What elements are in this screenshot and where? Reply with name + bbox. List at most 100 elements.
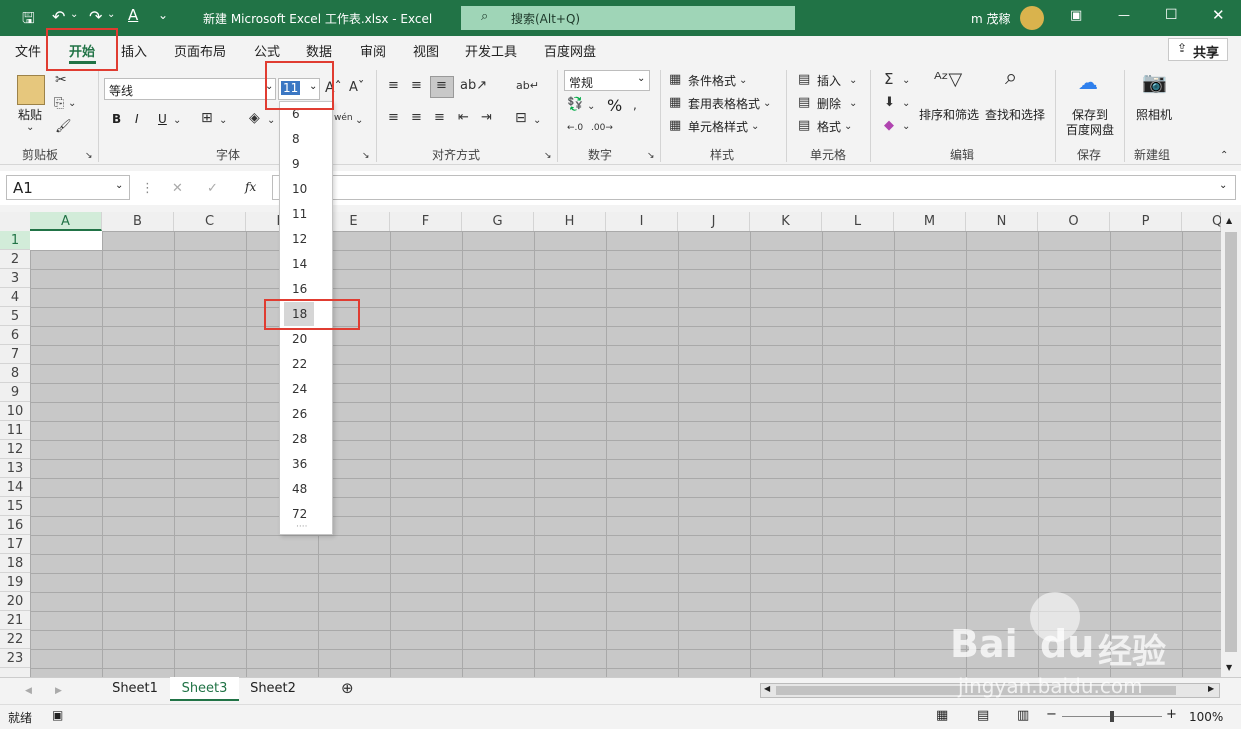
row-header[interactable]: 13	[0, 459, 30, 478]
minimize-icon[interactable]: —	[1118, 8, 1130, 22]
close-icon[interactable]: ✕	[1212, 6, 1225, 24]
conditional-format-icon[interactable]: ▦	[669, 72, 681, 88]
add-sheet-icon[interactable]: ⊕	[341, 680, 354, 696]
insert-cells-button[interactable]: 插入	[817, 72, 841, 89]
tab-data[interactable]: 数据	[306, 41, 332, 60]
autosum-icon[interactable]: Σ	[884, 71, 893, 87]
number-format-dropdown-icon[interactable]: ⌄	[637, 73, 645, 84]
row-header[interactable]: 23	[0, 649, 30, 668]
vertical-scrollbar[interactable]: ▲ ▼	[1221, 212, 1241, 677]
column-header[interactable]: N	[966, 212, 1038, 231]
tab-formulas[interactable]: 公式	[254, 41, 280, 60]
prev-sheet-icon[interactable]: ◀	[25, 683, 32, 699]
delete-cells-dropdown-icon[interactable]: ⌄	[849, 96, 857, 112]
row-header[interactable]: 12	[0, 440, 30, 459]
cell-styles-icon[interactable]: ▦	[669, 118, 681, 134]
comma-style-icon[interactable]: ,	[633, 97, 637, 113]
font-color-qa-icon[interactable]: A	[128, 6, 138, 24]
customize-qa-icon[interactable]: ⌄	[158, 8, 168, 22]
camera-button[interactable]: 照相机	[1136, 106, 1172, 123]
row-header[interactable]: 19	[0, 573, 30, 592]
row-header[interactable]: 9	[0, 383, 30, 402]
ribbon-display-icon[interactable]: ▣	[1070, 8, 1082, 23]
zoom-in-icon[interactable]: +	[1166, 707, 1177, 722]
save-icon[interactable]: 🖫	[22, 8, 35, 33]
undo-dropdown-icon[interactable]: ⌄	[70, 9, 78, 20]
font-size-option[interactable]: 72	[292, 507, 307, 521]
scroll-right-icon[interactable]: ▶	[1208, 684, 1214, 693]
row-header[interactable]: 10	[0, 402, 30, 421]
save-netdisk-label[interactable]: 百度网盘	[1066, 121, 1114, 138]
cut-icon[interactable]: ✂	[55, 72, 67, 88]
merge-center-icon[interactable]: ⊟	[515, 110, 527, 126]
sheet-tab[interactable]: Sheet1	[102, 677, 168, 701]
increase-decimal-icon[interactable]: ←.0	[567, 120, 583, 136]
alignment-launcher-icon[interactable]: ↘	[544, 148, 552, 164]
format-painter-icon[interactable]: 🖌	[55, 119, 72, 135]
merge-dropdown-icon[interactable]: ⌄	[533, 113, 541, 129]
column-header[interactable]: A	[30, 212, 102, 231]
resize-grip-icon[interactable]: ····	[296, 522, 307, 532]
align-right-icon[interactable]: ≡	[434, 110, 445, 126]
font-name-box[interactable]: 等线 ⌄	[104, 78, 276, 100]
row-header[interactable]: 16	[0, 516, 30, 535]
expand-formula-icon[interactable]: ⌄	[1219, 180, 1227, 191]
page-break-view-icon[interactable]: ▥	[1017, 708, 1029, 723]
share-button[interactable]: ⇪ 共享	[1168, 38, 1228, 61]
column-header[interactable]: O	[1038, 212, 1110, 231]
conditional-format-button[interactable]: 条件格式	[688, 72, 736, 89]
delete-cells-icon[interactable]: ▤	[798, 95, 810, 111]
phonetic-dropdown-icon[interactable]: ⌄	[355, 113, 363, 129]
row-header[interactable]: 17	[0, 535, 30, 554]
align-bottom-button[interactable]: ≡	[430, 76, 454, 98]
scroll-down-icon[interactable]: ▼	[1226, 663, 1232, 672]
zoom-level[interactable]: 100%	[1189, 710, 1223, 724]
column-header[interactable]: C	[174, 212, 246, 231]
sheet-tab[interactable]: Sheet2	[240, 677, 306, 701]
column-header[interactable]: M	[894, 212, 966, 231]
row-header[interactable]: 14	[0, 478, 30, 497]
paste-icon[interactable]	[17, 75, 45, 105]
search-box[interactable]: ⌕ 搜索(Alt+Q)	[461, 6, 795, 30]
borders-dropdown-icon[interactable]: ⌄	[219, 113, 227, 129]
autosum-dropdown-icon[interactable]: ⌄	[902, 73, 910, 89]
wrap-text-icon[interactable]: ab↵	[516, 78, 539, 94]
clear-dropdown-icon[interactable]: ⌄	[902, 119, 910, 135]
collapse-ribbon-icon[interactable]: ⌃	[1220, 148, 1228, 164]
font-launcher-icon[interactable]: ↘	[362, 148, 370, 164]
bold-button[interactable]: B	[112, 112, 121, 126]
accounting-dropdown-icon[interactable]: ⌄	[587, 99, 595, 115]
fill-dropdown-icon[interactable]: ⌄	[902, 96, 910, 112]
font-size-option[interactable]: 11	[292, 207, 307, 221]
find-select-button[interactable]: 查找和选择	[985, 106, 1045, 123]
row-header[interactable]: 1	[0, 231, 30, 250]
font-size-option[interactable]: 26	[292, 407, 307, 421]
row-header[interactable]: 22	[0, 630, 30, 649]
fill-icon[interactable]: ⬇	[884, 95, 895, 111]
tab-insert[interactable]: 插入	[121, 41, 147, 60]
normal-view-icon[interactable]: ▦	[936, 708, 948, 723]
column-header[interactable]: Q	[1182, 212, 1222, 231]
copy-icon[interactable]: ⎘	[54, 96, 64, 112]
redo-icon[interactable]: ↷	[89, 7, 102, 26]
cancel-entry-icon[interactable]: ✕	[172, 181, 183, 197]
font-size-option[interactable]: 20	[292, 332, 307, 346]
tab-baidu-netdisk[interactable]: 百度网盘	[544, 41, 596, 60]
font-size-option[interactable]: 22	[292, 357, 307, 371]
confirm-entry-icon[interactable]: ✓	[207, 181, 218, 197]
clear-icon[interactable]: ◆	[884, 118, 894, 134]
font-size-option[interactable]: 28	[292, 432, 307, 446]
accessibility-icon[interactable]: ▣	[52, 708, 63, 722]
format-cells-icon[interactable]: ▤	[798, 118, 810, 134]
user-name[interactable]: m 茂稼	[971, 10, 1011, 27]
number-launcher-icon[interactable]: ↘	[647, 148, 655, 164]
row-header[interactable]: 3	[0, 269, 30, 288]
fill-color-icon[interactable]: ◈	[249, 110, 260, 126]
row-header[interactable]: 11	[0, 421, 30, 440]
format-table-icon[interactable]: ▦	[669, 95, 681, 111]
decrease-decimal-icon[interactable]: .00→	[591, 120, 613, 136]
vertical-scroll-thumb[interactable]	[1225, 232, 1237, 652]
column-header[interactable]: H	[534, 212, 606, 231]
column-header[interactable]: P	[1110, 212, 1182, 231]
next-sheet-icon[interactable]: ▶	[55, 683, 62, 699]
